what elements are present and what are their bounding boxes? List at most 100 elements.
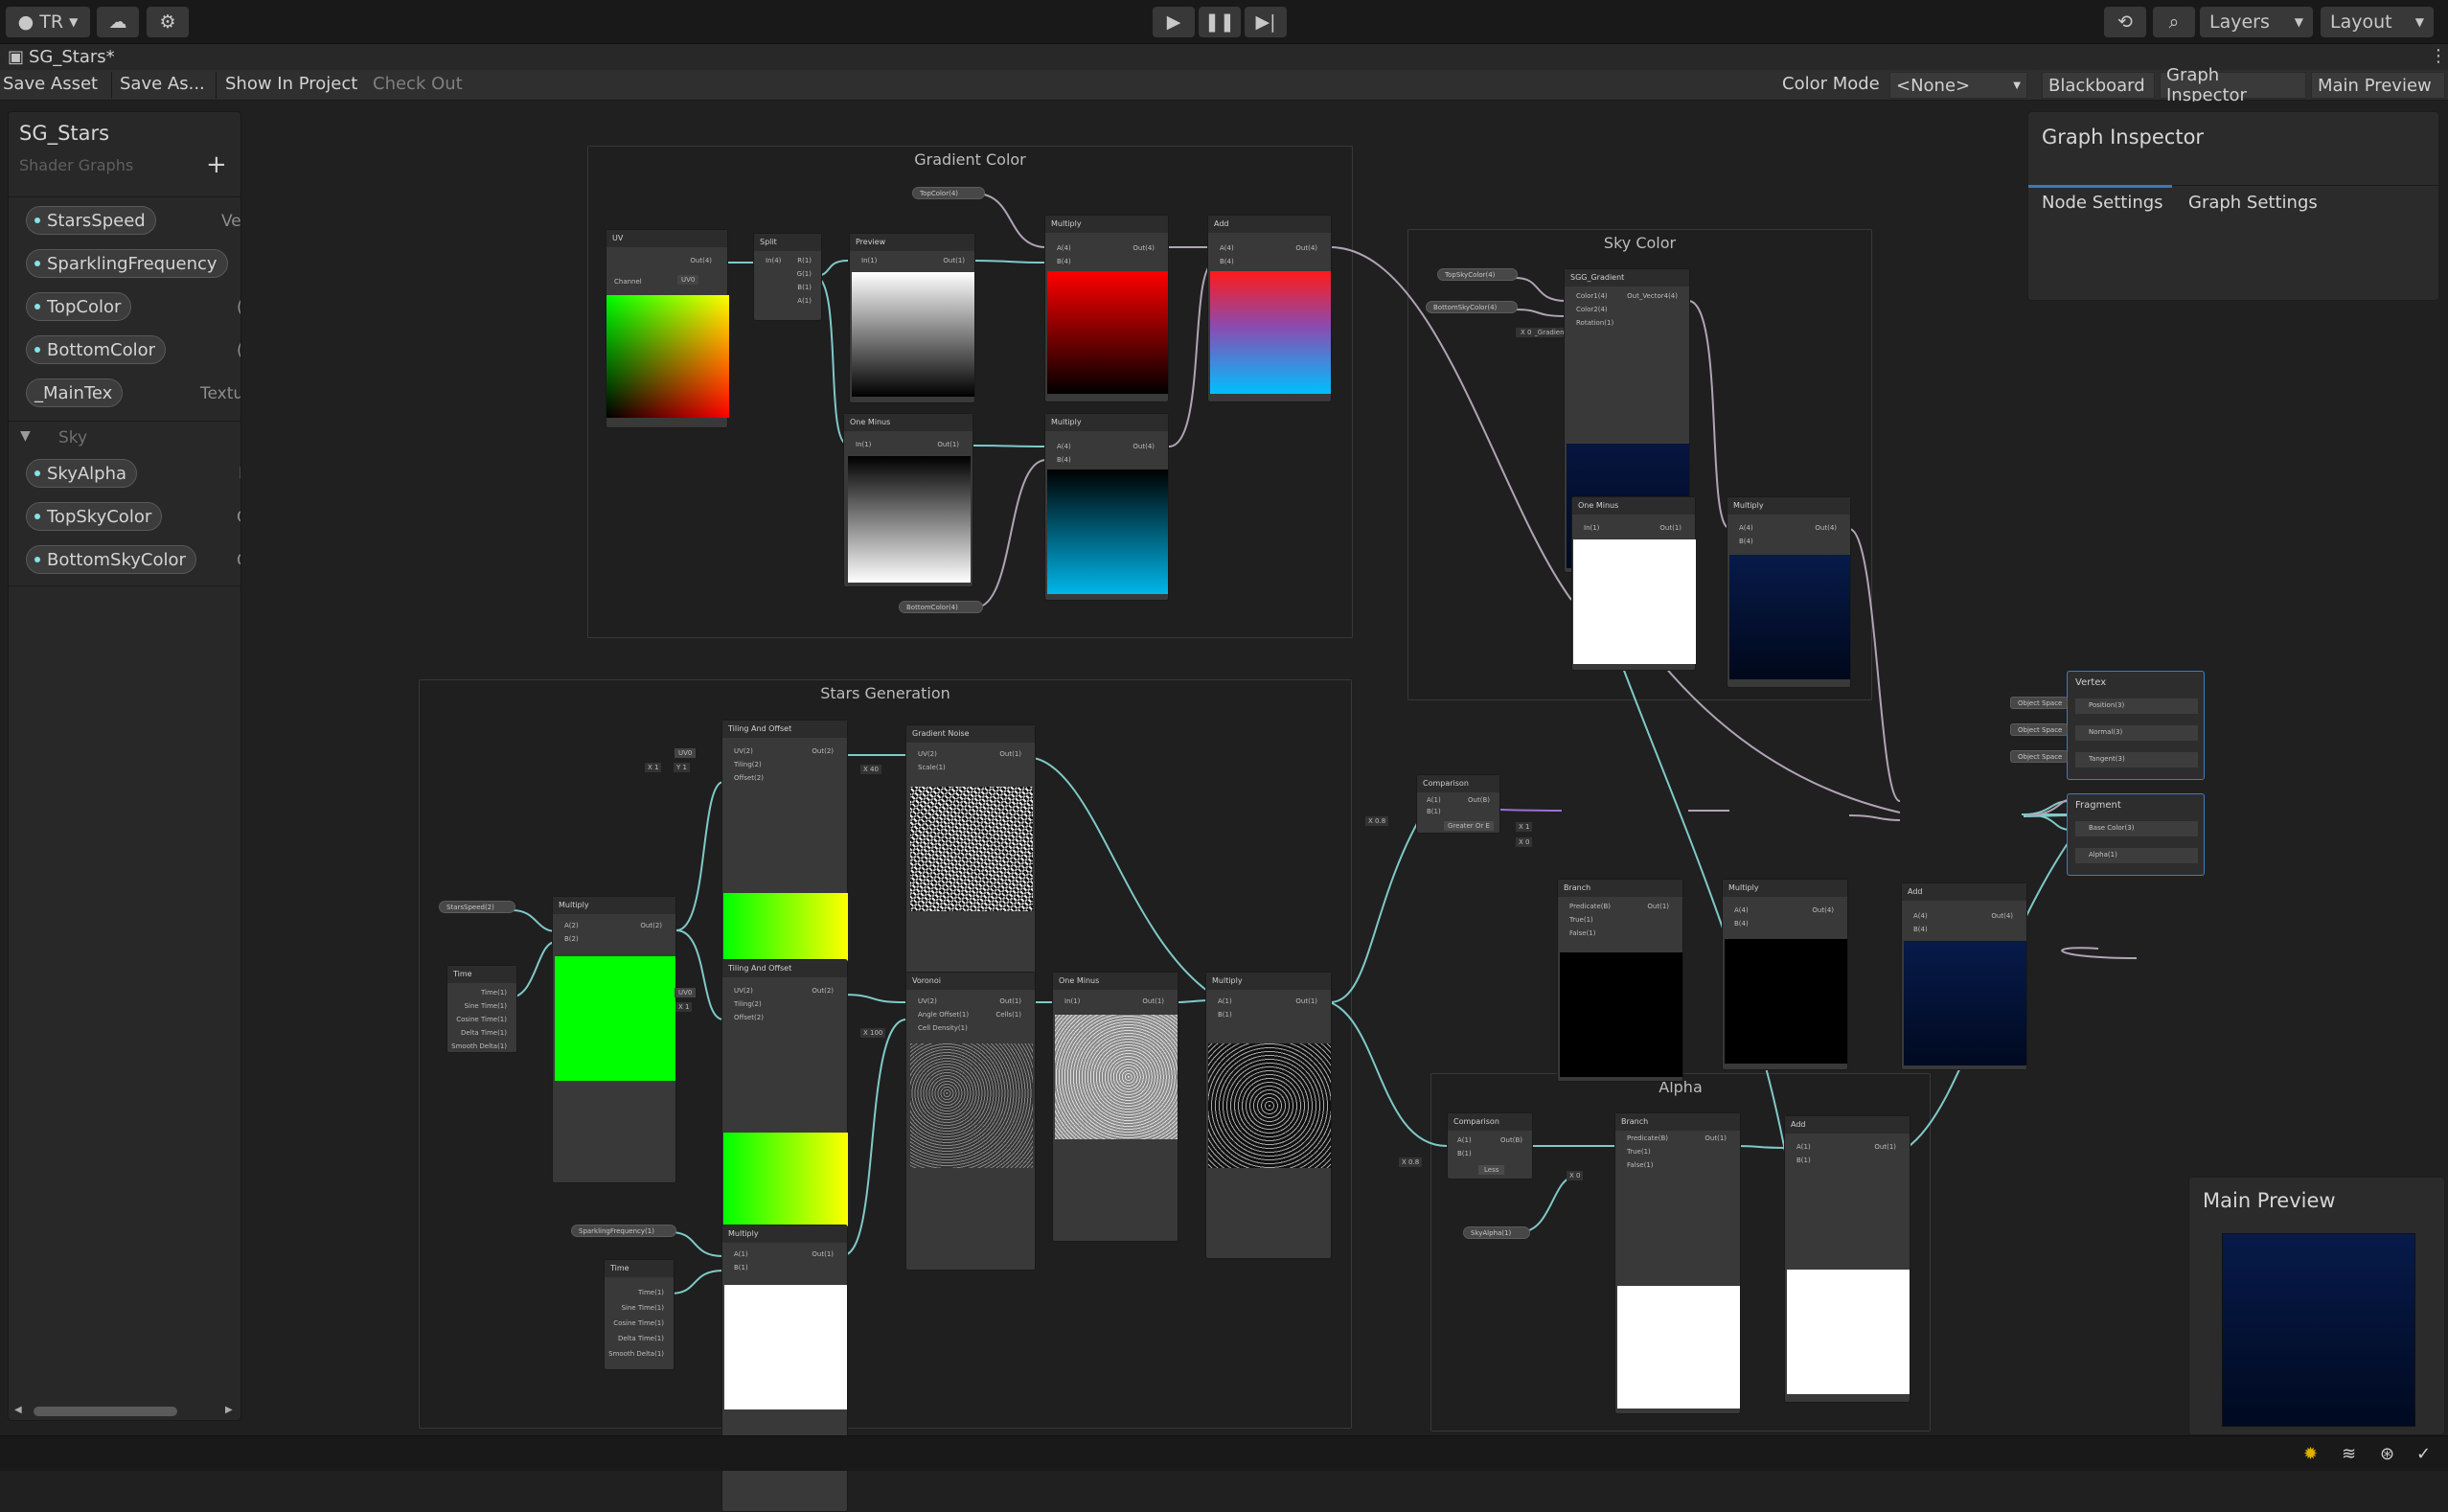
graph-inspector-toggle[interactable]: Graph Inspector: [2160, 65, 2306, 105]
fragment-context[interactable]: Fragment Base Color(3) Alpha(1): [2067, 793, 2205, 876]
node-tiling-and-offset[interactable]: Tiling And Offset UV(2) Tiling(2) Offset…: [721, 959, 848, 1264]
vertex-block-normal[interactable]: Normal(3): [2075, 725, 2198, 741]
node-add[interactable]: Add A(1) B(1) Out(1): [1784, 1115, 1910, 1403]
port-in-tiling[interactable]: Tiling(2): [734, 761, 762, 768]
port-out[interactable]: Out(4): [1815, 524, 1837, 532]
port-out[interactable]: Out(1): [1142, 997, 1164, 1005]
port-out-b[interactable]: B(1): [797, 284, 812, 291]
port-out[interactable]: Out(B): [1468, 796, 1490, 804]
port-out-smooth-delta[interactable]: Smooth Delta(1): [451, 1042, 507, 1050]
scale-field[interactable]: X 40: [860, 765, 881, 774]
horizontal-scrollbar[interactable]: [34, 1407, 177, 1416]
port-in-b[interactable]: B(4): [1913, 926, 1928, 933]
lighting-icon[interactable]: ✹: [2303, 1444, 2318, 1464]
port-out[interactable]: Out(1): [999, 997, 1021, 1005]
port-in-b[interactable]: B(1): [1796, 1157, 1811, 1164]
port-in-b[interactable]: B(1): [1457, 1150, 1472, 1157]
port-out[interactable]: Out(1): [943, 257, 965, 264]
property-node-starsspeed[interactable]: StarsSpeed(2): [439, 901, 515, 913]
tab-node-settings[interactable]: Node Settings: [2042, 193, 2163, 213]
port-in-a[interactable]: A(1): [1218, 997, 1232, 1005]
node-multiply[interactable]: Multiply A(4) B(4) Out(4): [1722, 879, 1848, 1070]
layout-dropdown[interactable]: Layout ▼: [2321, 7, 2434, 37]
window-tab-title[interactable]: SG_Stars*: [29, 47, 115, 67]
port-out[interactable]: Out(1): [1704, 1134, 1727, 1142]
node-multiply[interactable]: Multiply A(1) B(1) Out(1): [1205, 972, 1332, 1259]
port-out[interactable]: Out(4): [1132, 443, 1155, 450]
port-in-a[interactable]: A(4): [1057, 244, 1071, 252]
uv-dropdown[interactable]: UV0: [675, 988, 697, 997]
port-in-a[interactable]: A(4): [1057, 443, 1071, 450]
port-in-uv[interactable]: UV(2): [734, 747, 753, 755]
port-in-rotation[interactable]: Rotation(1): [1576, 319, 1613, 327]
port-in-color2[interactable]: Color2(4): [1576, 306, 1608, 313]
node-voronoi[interactable]: Voronoi UV(2) Angle Offset(1) Cell Densi…: [905, 972, 1036, 1271]
color-mode-dropdown[interactable]: <None> ▼: [1889, 72, 2027, 99]
port-out-time[interactable]: Time(1): [481, 989, 507, 997]
port-out[interactable]: Out(4): [1991, 912, 2013, 920]
port-in-false[interactable]: False(1): [1569, 929, 1596, 937]
layers-dropdown[interactable]: Layers ▼: [2200, 7, 2313, 37]
port-in-a[interactable]: A(4): [1913, 912, 1928, 920]
port-out-cells[interactable]: Cells(1): [995, 1011, 1021, 1019]
port-in[interactable]: In(1): [861, 257, 877, 264]
play-button[interactable]: ▶: [1153, 7, 1195, 37]
port-out[interactable]: Out(1): [812, 1250, 834, 1258]
node-multiply[interactable]: Multiply A(4) B(4) Out(4): [1044, 215, 1169, 402]
show-in-project-button[interactable]: Show In Project: [222, 74, 360, 94]
layers-stack-icon[interactable]: ≋: [2342, 1444, 2356, 1464]
port-out[interactable]: Out_Vector4(4): [1627, 292, 1678, 300]
property-node-bottomskycolor[interactable]: BottomSkyColor(4): [1426, 301, 1518, 313]
property-sparklingfrequency[interactable]: SparklingFrequency: [26, 249, 228, 278]
port-out[interactable]: Out(1): [999, 750, 1021, 758]
port-in-offset[interactable]: Offset(2): [734, 1014, 764, 1021]
node-branch[interactable]: Branch Predicate(B) True(1) False(1) Out…: [1614, 1112, 1741, 1414]
tiling-x-field[interactable]: X 1: [675, 1002, 693, 1012]
node-split[interactable]: Split In(4) R(1) G(1) B(1) A(1): [753, 233, 822, 321]
property-node-topskycolor[interactable]: TopSkyColor(4): [1437, 268, 1518, 281]
search-button[interactable]: ⌕: [2153, 7, 2195, 37]
history-button[interactable]: ⟲: [2104, 7, 2146, 37]
node-multiply[interactable]: Multiply A(4) B(4) Out(4): [1044, 413, 1169, 601]
pause-button[interactable]: ❚❚: [1199, 7, 1241, 37]
port-in-a[interactable]: A(4): [1220, 244, 1234, 252]
node-add[interactable]: Add A(4) B(4) Out(4): [1901, 882, 2027, 1070]
port-out-smooth-delta[interactable]: Smooth Delta(1): [608, 1350, 664, 1358]
port-out-sine[interactable]: Sine Time(1): [465, 1002, 507, 1010]
property-starsspeed[interactable]: StarsSpeed: [26, 206, 156, 235]
graph-canvas[interactable]: Gradient Color Sky Color Stars Generatio…: [0, 102, 2448, 1512]
tiling-x-field[interactable]: X 1: [645, 763, 662, 772]
port-in-b[interactable]: B(4): [1739, 538, 1753, 545]
vertex-block-position[interactable]: Position(3): [2075, 699, 2198, 714]
node-comparison[interactable]: Comparison A(1) B(1) Out(B) Less: [1447, 1112, 1533, 1180]
node-one-minus[interactable]: One Minus In(1) Out(1): [1571, 496, 1696, 671]
property-skyalpha[interactable]: SkyAlpha: [26, 459, 138, 488]
comparison-b-field[interactable]: X 0.8: [1399, 1157, 1423, 1167]
port-out-r[interactable]: R(1): [797, 257, 812, 264]
more-options-icon[interactable]: ⋮: [2430, 46, 2447, 66]
port-out-cosine[interactable]: Cosine Time(1): [456, 1016, 507, 1023]
port-in-predicate[interactable]: Predicate(B): [1627, 1134, 1668, 1142]
node-branch[interactable]: Branch Predicate(B) True(1) False(1) Out…: [1557, 879, 1683, 1082]
node-add[interactable]: Add A(4) B(4) Out(4): [1207, 215, 1332, 402]
rotation-value[interactable]: X 0: [1517, 328, 1536, 337]
property-topcolor[interactable]: TopColor: [26, 292, 132, 321]
port-out-a[interactable]: A(1): [797, 297, 812, 305]
cloud-button[interactable]: ☁: [97, 7, 139, 37]
tab-graph-settings[interactable]: Graph Settings: [2188, 193, 2318, 213]
port-out-delta[interactable]: Delta Time(1): [461, 1029, 507, 1037]
node-gradient-noise[interactable]: Gradient Noise UV(2) Scale(1) Out(1): [905, 724, 1036, 1012]
channel-dropdown[interactable]: UV0: [677, 275, 699, 285]
port-in-color1[interactable]: Color1(4): [1576, 292, 1608, 300]
port-in-a[interactable]: A(1): [734, 1250, 748, 1258]
port-out[interactable]: Out(2): [812, 747, 834, 755]
port-out-cosine[interactable]: Cosine Time(1): [613, 1319, 664, 1327]
property-node-topcolor[interactable]: TopColor(4): [912, 187, 985, 199]
port-out[interactable]: Out(B): [1500, 1136, 1522, 1144]
port-in-offset[interactable]: Offset(2): [734, 774, 764, 782]
port-in-a[interactable]: A(4): [1734, 906, 1749, 914]
port-in-a[interactable]: A(2): [564, 922, 579, 929]
port-out-g[interactable]: G(1): [797, 270, 812, 278]
property-bottomcolor[interactable]: BottomColor: [26, 335, 167, 364]
port-in-b[interactable]: B(4): [1057, 258, 1071, 265]
